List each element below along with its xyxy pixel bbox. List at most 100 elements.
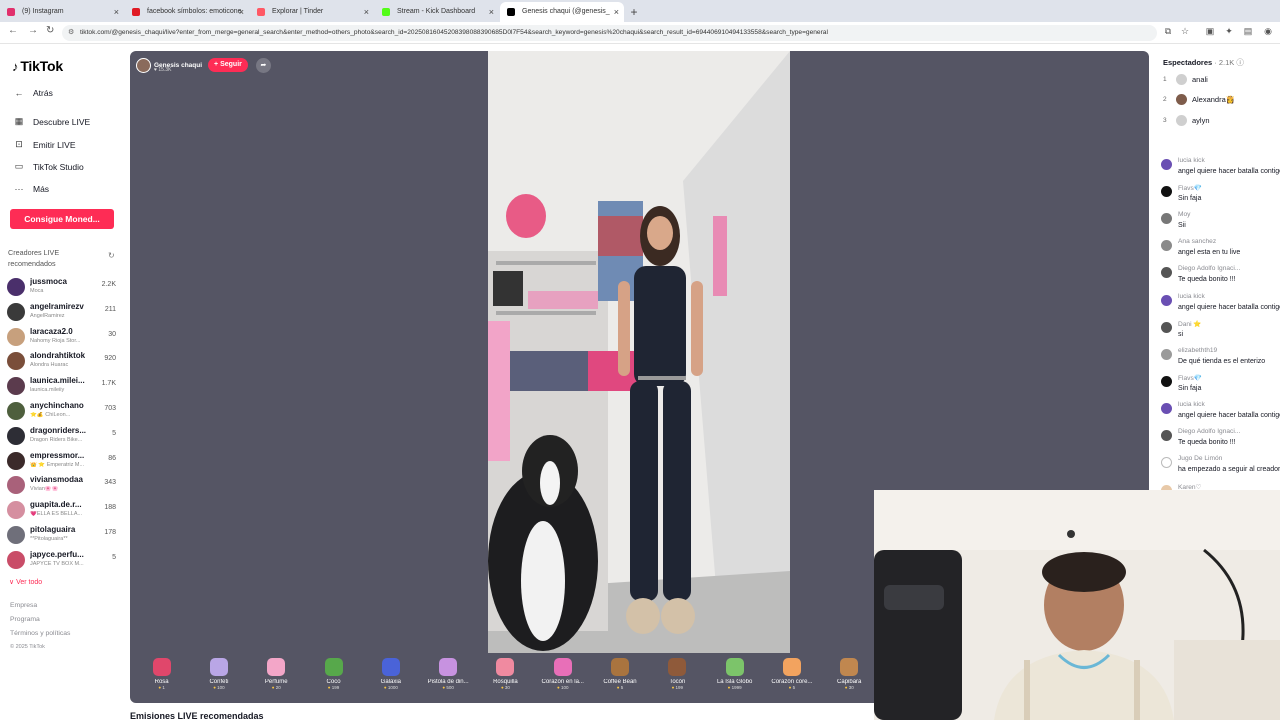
spectators-header[interactable]: Espectadores · 2.1K ⓘ — [1163, 57, 1244, 68]
tab-close-icon[interactable]: × — [364, 2, 369, 22]
share-icon[interactable]: ➦ — [255, 57, 271, 73]
creator-item[interactable]: launica.milei... launica.mileiiy 1.7K — [7, 374, 119, 396]
chat-avatar[interactable] — [1161, 213, 1172, 225]
chat-username[interactable]: Ana sanchez — [1178, 238, 1216, 245]
browser-tab-bar: (9) Instagram × facebook símbolos: emotico… — [0, 0, 1280, 22]
gift-item[interactable]: Pistola de din...500 — [419, 654, 476, 703]
url-input[interactable]: ⚙ tiktok.com/@genesis_chaqui/live?enter_… — [62, 25, 1157, 41]
creator-item[interactable]: alondrahtiktok Alondra Huarac 920 — [7, 349, 119, 371]
creator-item[interactable]: anychinchano ⭐💰 ChiLeon... 703 — [7, 399, 119, 421]
nav-go-live[interactable]: ⊡ Emitir LIVE — [12, 139, 75, 150]
nav-tiktok-studio[interactable]: ▭ TikTok Studio — [12, 161, 84, 172]
new-tab-button[interactable]: + — [625, 2, 643, 22]
chat-username[interactable]: Jugo De Limón — [1178, 455, 1222, 462]
site-info-icon[interactable]: ⚙ — [68, 25, 74, 41]
gift-item[interactable]: Galaxia1000 — [362, 654, 419, 703]
creator-item[interactable]: jussmoca Moca 2.2K — [7, 275, 119, 297]
gift-item[interactable]: Tocón199 — [649, 654, 706, 703]
follow-button[interactable]: + Seguir — [208, 58, 248, 72]
footer-terms-link[interactable]: Términos y políticas — [10, 630, 70, 637]
bookmark-star-icon[interactable]: ☆ — [1180, 26, 1190, 38]
gift-item[interactable]: Corazón en la...100 — [534, 654, 591, 703]
refresh-icon[interactable]: ↻ — [108, 251, 115, 260]
chat-avatar[interactable] — [1161, 348, 1172, 360]
gift-item[interactable]: Coco199 — [305, 654, 362, 703]
footer-program-link[interactable]: Programa — [10, 616, 40, 623]
tiktok-sidebar: ♪ TikTok ← Atrás ▦ Descubre LIVE ⊡ Emitir… — [0, 44, 130, 720]
browser-tab[interactable]: Genesis chaqui (@genesis_ × — [500, 2, 624, 22]
extension-icon[interactable]: ▣ — [1205, 26, 1215, 38]
creator-item[interactable]: pitolaguaira **Pitolaguaira** 178 — [7, 523, 119, 545]
chat-username[interactable]: elizabethth19 — [1178, 347, 1217, 354]
translate-icon[interactable]: ⧉ — [1163, 26, 1173, 38]
profile-icon[interactable]: ◉ — [1263, 26, 1273, 38]
chat-username[interactable]: lucia kick — [1178, 293, 1205, 300]
browser-tab[interactable]: facebook símbolos: emoticone × — [125, 2, 249, 22]
chat-username[interactable]: Flavs💎 — [1178, 184, 1202, 192]
extensions-puzzle-icon[interactable]: ✦ — [1224, 26, 1234, 38]
chat-username[interactable]: Moy — [1178, 211, 1190, 218]
tab-close-icon[interactable]: × — [489, 2, 494, 22]
creator-name: alondrahtiktok — [30, 351, 86, 361]
gift-item[interactable]: La Isla Globo1999 — [706, 654, 763, 703]
chat-avatar[interactable] — [1161, 457, 1172, 469]
chat-avatar[interactable] — [1161, 159, 1172, 170]
host-avatar[interactable] — [136, 57, 151, 73]
tiktok-logo[interactable]: ♪ TikTok — [12, 58, 63, 74]
see-all-link[interactable]: ∨ Ver todo — [9, 578, 42, 586]
creator-item[interactable]: japyce.perfu... JAPYCE TV BOX M... 5 — [7, 548, 119, 570]
footer-business-link[interactable]: Empresa — [10, 602, 37, 609]
back-link[interactable]: ← Atrás — [12, 88, 53, 98]
chat-avatar[interactable] — [1161, 294, 1172, 306]
creator-viewer-count: 178 — [104, 529, 116, 536]
creator-avatar — [7, 278, 25, 296]
live-video-frame — [488, 51, 790, 653]
chat-avatar[interactable] — [1161, 267, 1172, 279]
creator-item[interactable]: laracaza2.0 Nahomy Rioja Stor... 30 — [7, 325, 119, 347]
browser-tab[interactable]: (9) Instagram × — [0, 2, 124, 22]
tab-close-icon[interactable]: × — [114, 2, 119, 22]
chat-avatar[interactable] — [1161, 186, 1172, 198]
reload-icon[interactable]: ↻ — [46, 25, 54, 36]
nav-more[interactable]: ··· Más — [12, 184, 50, 194]
gift-item[interactable]: Rosquilla30 — [477, 654, 534, 703]
chat-username[interactable]: Dani ⭐ — [1178, 320, 1202, 328]
tab-close-icon[interactable]: × — [239, 2, 244, 22]
gift-item[interactable]: Confeti100 — [190, 654, 247, 703]
back-arrow-icon[interactable]: ← — [8, 25, 18, 36]
gift-item[interactable]: Corazón core...5 — [763, 654, 820, 703]
top-viewer[interactable]: 2 Alexandra👸 — [1163, 94, 1235, 106]
get-coins-button[interactable]: Consigue Moned... — [10, 209, 114, 229]
chat-avatar[interactable] — [1161, 321, 1172, 333]
chat-username[interactable]: Flavs💎 — [1178, 374, 1202, 382]
forward-arrow-icon[interactable]: → — [28, 25, 38, 36]
gift-price: 199 — [649, 685, 706, 690]
gift-item[interactable]: Coffee Bean5 — [591, 654, 648, 703]
gift-item[interactable]: Perfume20 — [248, 654, 305, 703]
chat-text: Sii — [1178, 222, 1186, 230]
chat-avatar[interactable] — [1161, 430, 1172, 441]
top-viewer[interactable]: 1 anali — [1163, 73, 1208, 85]
sidebar-icon[interactable]: ▤ — [1243, 26, 1253, 38]
chat-username[interactable]: lucia kick — [1178, 157, 1205, 164]
chat-username[interactable]: Diego Adolfo Ignaci... — [1178, 428, 1240, 435]
live-video[interactable] — [488, 51, 790, 653]
chat-avatar[interactable] — [1161, 375, 1172, 387]
top-viewer[interactable]: 3 aylyn — [1163, 114, 1210, 126]
creator-item[interactable]: dragonriders... Dragon Riders Bike... 5 — [7, 424, 119, 446]
browser-tab[interactable]: Stream - Kick Dashboard × — [375, 2, 499, 22]
chat-username[interactable]: Diego Adolfo Ignaci... — [1178, 265, 1240, 272]
chat-avatar[interactable] — [1161, 402, 1172, 414]
chat-message: Ana sanchez angel esta en tu live — [1161, 238, 1280, 262]
gift-item[interactable]: Rosa1 — [133, 654, 190, 703]
creator-item[interactable]: empressmor... 👑 ⭐ Emperatriz M... 86 — [7, 449, 119, 471]
tab-close-icon[interactable]: × — [614, 2, 619, 22]
gift-item[interactable]: Capibara30 — [821, 654, 878, 703]
chat-username[interactable]: lucia kick — [1178, 401, 1205, 408]
nav-discover-live[interactable]: ▦ Descubre LIVE — [12, 116, 90, 127]
creator-item[interactable]: angelramirezv AngelRamirez 211 — [7, 300, 119, 322]
browser-tab[interactable]: Explorar | Tinder × — [250, 2, 374, 22]
creator-item[interactable]: guapita.de.r... 💗ELLA ES BELLA... 188 — [7, 498, 119, 520]
creator-item[interactable]: viviansmodaa Vivian🌸🌸 343 — [7, 473, 119, 495]
chat-avatar[interactable] — [1161, 240, 1172, 252]
